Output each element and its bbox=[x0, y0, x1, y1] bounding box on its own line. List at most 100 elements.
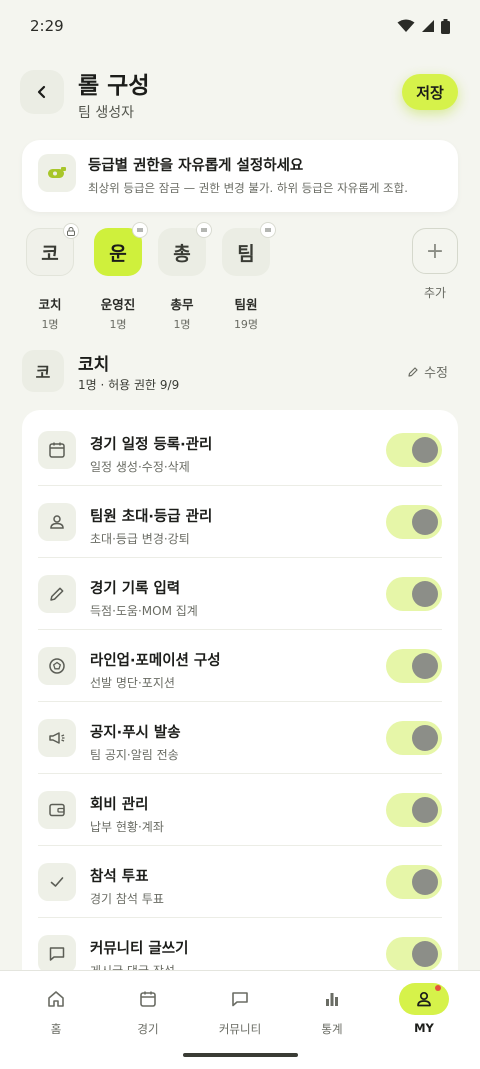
check-icon bbox=[38, 863, 76, 901]
status-bar: 2:29 bbox=[0, 0, 480, 52]
chevron-left-icon bbox=[35, 85, 49, 99]
grade-treasurer[interactable]: 총 총무 1명 bbox=[152, 222, 212, 332]
permission-row: 라인업·포메이션 구성 선발 명단·포지션 bbox=[38, 630, 442, 702]
permission-title: 공지·푸시 발송 bbox=[90, 725, 181, 741]
nav-item-my[interactable]: MY bbox=[384, 983, 464, 1035]
permission-description: 일정 생성·수정·삭제 bbox=[90, 460, 190, 474]
plus-icon: + bbox=[412, 228, 458, 274]
grade-name: 총무 bbox=[170, 297, 194, 312]
permission-row: 경기 기록 입력 득점·도움·MOM 집계 bbox=[38, 558, 442, 630]
permission-list: 경기 일정 등록·관리 일정 생성·수정·삭제 팀원 초대·등급 관리 초대·등… bbox=[22, 410, 458, 1010]
home-icon bbox=[31, 983, 81, 1015]
permission-title: 커뮤니티 글쓰기 bbox=[90, 941, 189, 957]
battery-icon bbox=[441, 18, 450, 34]
grade-count: 1명 bbox=[109, 318, 127, 331]
toggle-knob bbox=[412, 653, 438, 679]
permission-toggle[interactable] bbox=[386, 577, 442, 611]
calendar-icon bbox=[123, 983, 173, 1015]
permission-row: 공지·푸시 발송 팀 공지·알림 전송 bbox=[38, 702, 442, 774]
grade-staff[interactable]: 운 운영진 1명 bbox=[88, 222, 148, 332]
permission-description: 경기 참석 투표 bbox=[90, 892, 164, 906]
edit-button[interactable]: 수정 bbox=[407, 362, 448, 381]
grade-count: 19명 bbox=[233, 318, 259, 331]
nav-item-community[interactable]: 커뮤니티 bbox=[200, 983, 280, 1037]
toggle-knob bbox=[412, 941, 438, 967]
permission-title: 팀원 초대·등급 관리 bbox=[90, 509, 213, 525]
nav-label: MY bbox=[414, 1021, 434, 1035]
permission-description: 득점·도움·MOM 집계 bbox=[90, 604, 198, 618]
nav-item-match[interactable]: 경기 bbox=[108, 983, 188, 1037]
permission-toggle[interactable] bbox=[386, 649, 442, 683]
nav-label: 커뮤니티 bbox=[218, 1022, 262, 1036]
permission-row: 팀원 초대·등급 관리 초대·등급 변경·강퇴 bbox=[38, 486, 442, 558]
grade-tile: 코 bbox=[22, 350, 64, 392]
grade-name: 코치 bbox=[38, 297, 62, 312]
nav-label: 통계 bbox=[321, 1022, 343, 1036]
wallet-icon bbox=[38, 791, 76, 829]
drag-handle-icon[interactable] bbox=[260, 222, 276, 238]
add-grade-button[interactable]: + 추가 bbox=[405, 228, 465, 301]
permission-toggle[interactable] bbox=[386, 865, 442, 899]
permission-title: 경기 일정 등록·관리 bbox=[90, 437, 213, 453]
calendar-icon bbox=[38, 431, 76, 469]
permission-title: 회비 관리 bbox=[90, 797, 149, 813]
grade-name: 팀원 bbox=[234, 297, 258, 312]
header: 롤 구성 팀 생성자 저장 bbox=[0, 60, 480, 130]
toggle-knob bbox=[412, 581, 438, 607]
drag-handle-icon[interactable] bbox=[132, 222, 148, 238]
permission-row: 참석 투표 경기 참석 투표 bbox=[38, 846, 442, 918]
permission-toggle[interactable] bbox=[386, 505, 442, 539]
section-meta: 1명 · 허용 권한 9/9 bbox=[78, 378, 180, 392]
permission-row: 회비 관리 납부 현황·계좌 bbox=[38, 774, 442, 846]
grade-member[interactable]: 팀 팀원 19명 bbox=[216, 222, 276, 332]
nav-item-home[interactable]: 홈 bbox=[16, 983, 96, 1037]
permission-row: 경기 일정 등록·관리 일정 생성·수정·삭제 bbox=[38, 414, 442, 486]
permission-title: 참석 투표 bbox=[90, 869, 149, 885]
permission-toggle[interactable] bbox=[386, 721, 442, 755]
permission-description: 납부 현황·계좌 bbox=[90, 820, 164, 834]
whistle-icon bbox=[38, 154, 76, 192]
lock-icon bbox=[63, 223, 79, 239]
chat-icon bbox=[38, 935, 76, 973]
profile-icon bbox=[399, 983, 449, 1015]
section-title: 코치 bbox=[78, 355, 110, 375]
bar-chart-icon bbox=[307, 983, 357, 1015]
grade-list: 코 코치 1명 운 운영진 1명 총 총무 1명 팀 팀원 19명 + 추가 bbox=[0, 222, 480, 331]
edit-label: 수정 bbox=[424, 366, 448, 381]
permission-description: 팀 공지·알림 전송 bbox=[90, 748, 179, 762]
user-icon bbox=[38, 503, 76, 541]
permission-toggle[interactable] bbox=[386, 793, 442, 827]
back-button[interactable] bbox=[20, 70, 64, 114]
megaphone-icon bbox=[38, 719, 76, 757]
permission-description: 선발 명단·포지션 bbox=[90, 676, 175, 690]
page-title: 롤 구성 bbox=[78, 73, 150, 99]
grade-char: 운 bbox=[109, 242, 127, 265]
add-grade-label: 추가 bbox=[423, 286, 447, 300]
status-time: 2:29 bbox=[30, 17, 64, 35]
nav-label: 경기 bbox=[137, 1022, 159, 1036]
save-button[interactable]: 저장 bbox=[402, 74, 458, 110]
wifi-icon bbox=[397, 19, 415, 33]
chat-icon bbox=[215, 983, 265, 1015]
home-indicator bbox=[183, 1053, 298, 1057]
grade-char: 총 bbox=[173, 242, 191, 265]
toggle-knob bbox=[412, 437, 438, 463]
grade-coach[interactable]: 코 코치 1명 bbox=[20, 223, 80, 332]
nav-label: 홈 bbox=[50, 1022, 62, 1036]
grade-name: 운영진 bbox=[100, 297, 136, 312]
info-card: 등급별 권한을 자유롭게 설정하세요 최상위 등급은 잠금 — 권한 변경 불가… bbox=[22, 140, 458, 212]
pencil-icon bbox=[38, 575, 76, 613]
permission-description: 초대·등급 변경·강퇴 bbox=[90, 532, 190, 546]
soccer-ball-icon bbox=[38, 647, 76, 685]
grade-tile: 총 bbox=[158, 222, 212, 276]
selected-grade-header: 코 코치 1명 · 허용 권한 9/9 수정 bbox=[0, 346, 480, 396]
permission-toggle[interactable] bbox=[386, 937, 442, 971]
notification-dot bbox=[435, 985, 441, 991]
permission-toggle[interactable] bbox=[386, 433, 442, 467]
grade-count: 1명 bbox=[41, 318, 59, 331]
nav-item-stats[interactable]: 통계 bbox=[292, 983, 372, 1037]
drag-handle-icon[interactable] bbox=[196, 222, 212, 238]
grade-tile: 운 bbox=[94, 222, 148, 276]
info-title: 등급별 권한을 자유롭게 설정하세요 bbox=[88, 158, 304, 174]
status-icons bbox=[397, 18, 450, 34]
